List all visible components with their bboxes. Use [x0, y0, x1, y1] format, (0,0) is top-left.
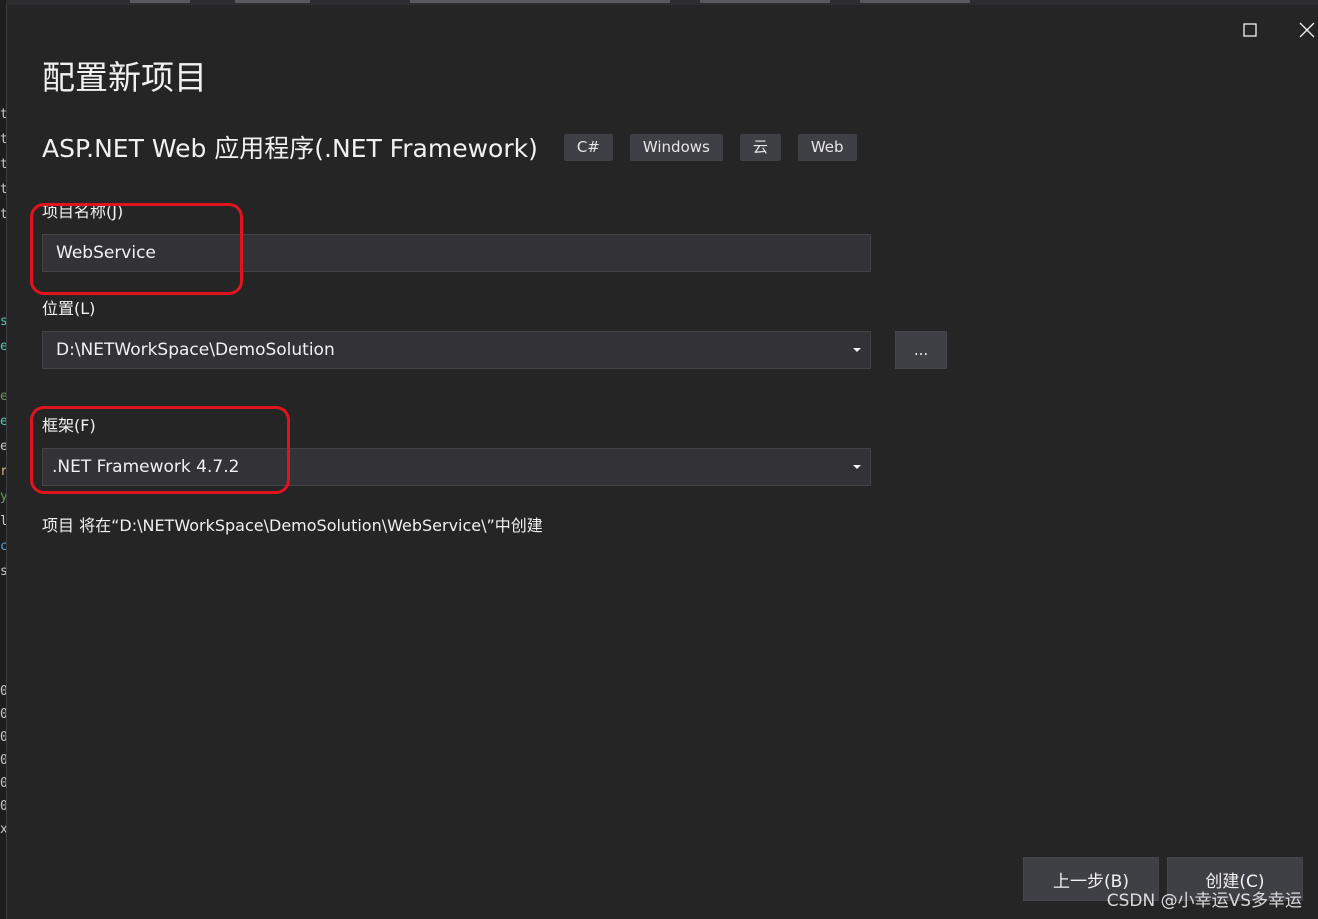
maximize-button[interactable] [1230, 15, 1270, 45]
close-icon [1299, 22, 1315, 38]
background-tab [860, 0, 970, 3]
watermark: CSDN @小幸运VS多幸运 [1106, 891, 1302, 911]
screen: t t t t t s e e e e r y l c s 0 0 0 0 0 … [0, 0, 1318, 919]
location-label: 位置(L) [42, 299, 96, 318]
background-tab [410, 0, 670, 3]
tag-cloud: 云 [739, 133, 781, 161]
project-path-info: 项目 将在“D:\NETWorkSpace\DemoSolution\WebSe… [42, 516, 543, 535]
framework-value: .NET Framework 4.7.2 [52, 457, 240, 477]
page-title: 配置新项目 [42, 58, 207, 97]
project-name-label: 项目名称(J) [42, 202, 124, 221]
maximize-icon [1243, 23, 1257, 37]
background-tab [700, 0, 830, 3]
tag-platform: Windows [629, 133, 723, 161]
template-header: ASP.NET Web 应用程序(.NET Framework) C# Wind… [42, 131, 874, 163]
chevron-down-icon [853, 465, 861, 469]
background-tab [130, 0, 190, 3]
background-tab [235, 0, 310, 3]
framework-label: 框架(F) [42, 416, 96, 435]
chevron-down-icon [853, 348, 861, 352]
tag-project-type: Web [797, 133, 857, 161]
tag-language: C# [563, 133, 613, 161]
location-value: D:\NETWorkSpace\DemoSolution [56, 340, 335, 360]
project-name-input[interactable] [42, 234, 871, 272]
location-combobox[interactable]: D:\NETWorkSpace\DemoSolution [42, 331, 871, 369]
framework-combobox[interactable]: .NET Framework 4.7.2 [42, 448, 871, 486]
template-name: ASP.NET Web 应用程序(.NET Framework) [42, 134, 538, 163]
browse-location-button[interactable]: ... [895, 331, 947, 369]
configure-project-dialog: 配置新项目 ASP.NET Web 应用程序(.NET Framework) C… [6, 5, 1318, 919]
close-button[interactable] [1287, 15, 1318, 45]
